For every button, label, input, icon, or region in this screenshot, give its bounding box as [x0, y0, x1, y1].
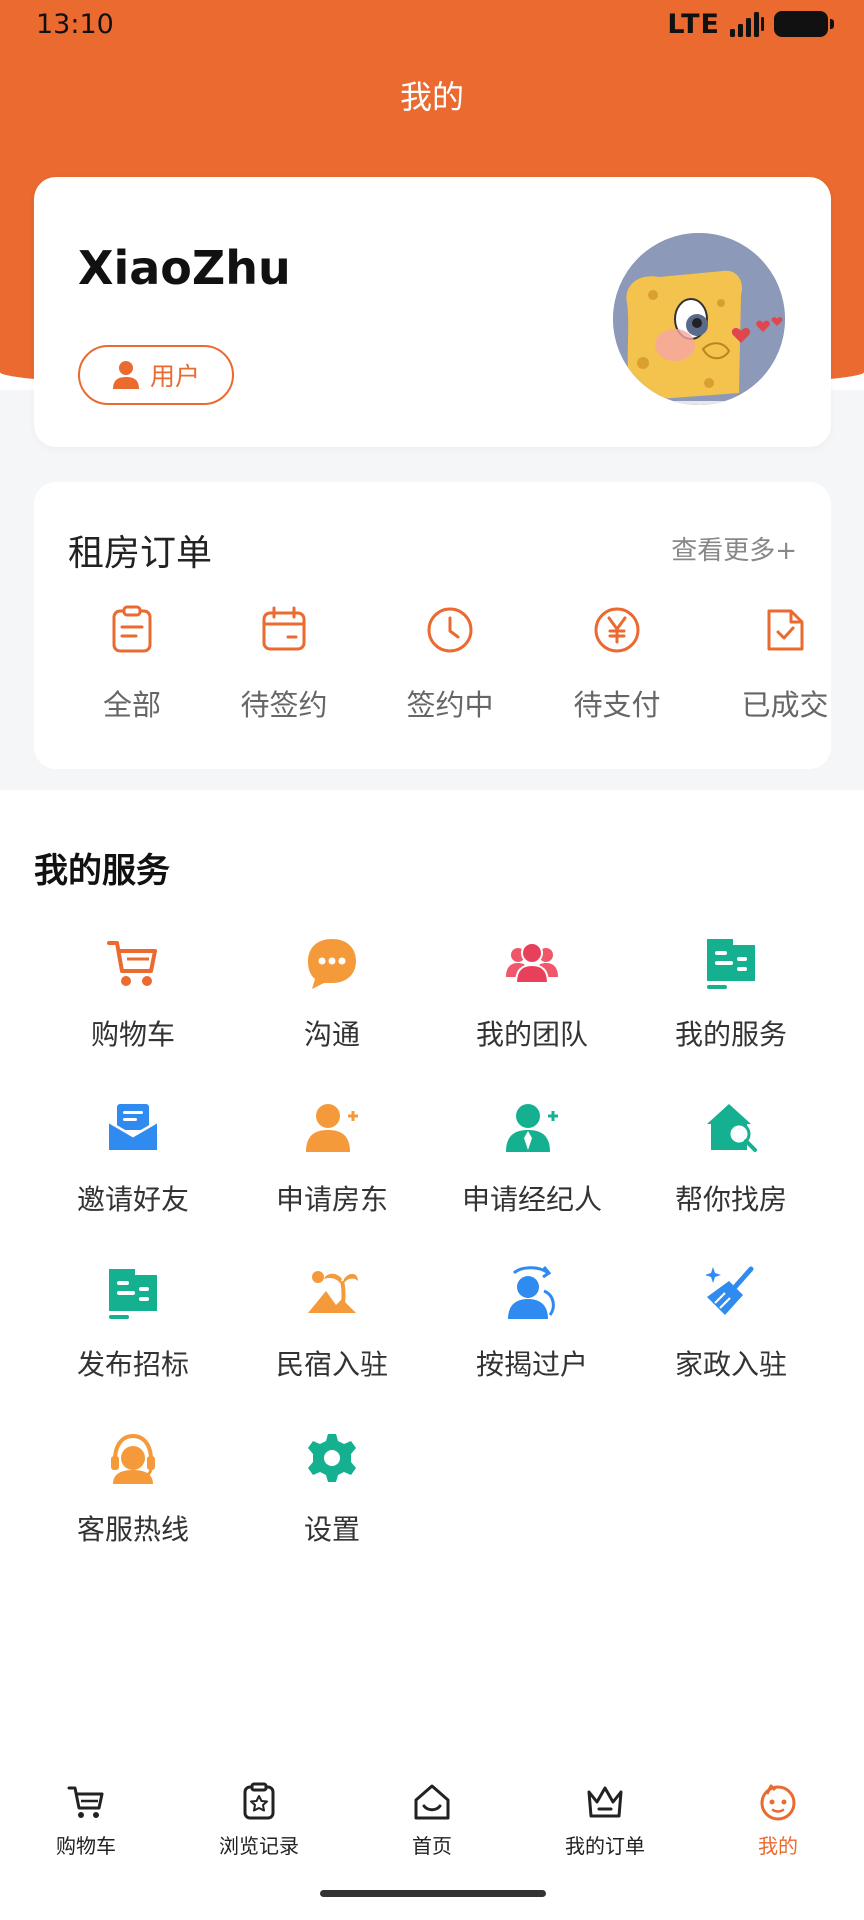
service-hotline[interactable]: 客服热线	[33, 1430, 233, 1548]
profile-icon	[760, 1784, 796, 1821]
service-label: 客服热线	[76, 1513, 189, 1546]
chat-icon	[308, 939, 356, 989]
battery-icon	[774, 11, 834, 37]
profile-card[interactable]: XiaoZhu 用户	[34, 177, 831, 447]
rental-orders-card: 租房订单 查看更多+ 全部 待签约 签约中 待支付 已成交	[34, 482, 831, 769]
yen-icon	[594, 607, 640, 653]
service-label: 申请经纪人	[461, 1183, 602, 1216]
order-filter-pending-sign[interactable]: 待签约	[214, 604, 354, 724]
service-homestay[interactable]: 民宿入驻	[232, 1265, 432, 1383]
network-label: LTE	[667, 8, 720, 40]
tab-cart[interactable]: 购物车	[16, 1782, 156, 1859]
tab-my-orders[interactable]: 我的订单	[535, 1782, 675, 1859]
headset-icon	[111, 1433, 155, 1484]
tab-label: 浏览记录	[219, 1834, 299, 1858]
calendar-icon	[262, 606, 306, 651]
tab-label: 购物车	[56, 1834, 116, 1858]
tab-label: 我的订单	[565, 1834, 645, 1858]
service-label: 购物车	[90, 1018, 175, 1051]
publish-icon	[109, 1269, 157, 1319]
order-icon	[587, 1786, 623, 1818]
service-invite[interactable]: 邀请好友	[33, 1100, 233, 1218]
service-settings[interactable]: 设置	[232, 1430, 432, 1548]
avatar-image	[613, 233, 785, 405]
service-label: 帮你找房	[674, 1183, 787, 1216]
mail-icon	[108, 1104, 158, 1150]
home-indicator[interactable]	[320, 1890, 546, 1897]
service-apply-landlord[interactable]: 申请房东	[232, 1100, 432, 1218]
transfer-icon	[508, 1266, 555, 1319]
order-filter-label: 待签约	[240, 688, 328, 722]
tab-label: 首页	[412, 1834, 452, 1858]
order-filter-label: 待支付	[573, 688, 661, 722]
role-badge[interactable]: 用户	[78, 345, 234, 405]
order-filter-label: 全部	[102, 688, 161, 722]
service-label: 我的服务	[674, 1018, 787, 1051]
broom-icon	[705, 1266, 754, 1315]
role-label: 用户	[149, 362, 200, 391]
cart-icon	[67, 1786, 104, 1818]
service-label: 家政入驻	[674, 1348, 787, 1381]
service-cart[interactable]: 购物车	[33, 935, 233, 1053]
tab-label: 我的	[758, 1834, 798, 1858]
service-chat[interactable]: 沟通	[232, 935, 432, 1053]
house-search-icon	[707, 1104, 757, 1152]
service-label: 发布招标	[76, 1348, 189, 1381]
view-more-link[interactable]: 查看更多+	[671, 530, 797, 567]
file-check-icon	[767, 609, 804, 651]
status-indicators: LTE	[667, 8, 834, 40]
service-label: 沟通	[303, 1018, 360, 1051]
service-label: 申请房东	[275, 1183, 388, 1216]
service-label: 设置	[303, 1513, 360, 1546]
service-apply-agent[interactable]: 申请经纪人	[432, 1100, 632, 1218]
order-filter-label: 签约中	[406, 688, 494, 722]
service-label: 邀请好友	[76, 1183, 189, 1216]
service-mortgage-transfer[interactable]: 按揭过户	[432, 1265, 632, 1383]
avatar[interactable]	[613, 233, 785, 405]
tab-home[interactable]: 首页	[362, 1782, 502, 1859]
bottom-tab-bar: 购物车 浏览记录 首页 我的订单 我的	[0, 1770, 864, 1920]
clipboard-icon	[112, 605, 152, 653]
order-filter-pending-pay[interactable]: 待支付	[547, 604, 687, 724]
clock-icon	[427, 607, 473, 653]
service-label: 我的团队	[475, 1018, 588, 1051]
service-team[interactable]: 我的团队	[432, 935, 632, 1053]
cart-icon	[107, 941, 157, 986]
user-icon	[112, 361, 139, 389]
service-housekeeping[interactable]: 家政入驻	[631, 1265, 831, 1383]
username: XiaoZhu	[78, 241, 291, 295]
team-icon	[506, 942, 558, 984]
service-my-services[interactable]: 我的服务	[631, 935, 831, 1053]
status-bar: 13:10 LTE	[0, 0, 864, 48]
service-find-house[interactable]: 帮你找房	[631, 1100, 831, 1218]
service-list-icon	[707, 939, 755, 989]
order-filter-completed[interactable]: 已成交	[715, 604, 855, 724]
island-icon	[308, 1271, 358, 1313]
service-publish-tender[interactable]: 发布招标	[33, 1265, 233, 1383]
tab-history[interactable]: 浏览记录	[189, 1782, 329, 1859]
rental-orders-title: 租房订单	[68, 533, 213, 574]
order-filter-label: 已成交	[741, 688, 829, 722]
history-icon	[243, 1782, 275, 1820]
status-time: 13:10	[36, 8, 114, 40]
user-add-icon	[306, 1104, 358, 1152]
tab-profile[interactable]: 我的	[708, 1782, 848, 1859]
home-icon	[414, 1784, 450, 1820]
services-title: 我的服务	[34, 851, 170, 891]
service-label: 按揭过户	[475, 1348, 588, 1381]
order-filter-all[interactable]: 全部	[62, 604, 202, 724]
order-filter-signing[interactable]: 签约中	[380, 604, 520, 724]
gear-icon	[308, 1434, 356, 1482]
agent-add-icon	[506, 1104, 558, 1152]
service-label: 民宿入驻	[275, 1348, 388, 1381]
page-title: 我的	[399, 78, 464, 116]
signal-icon	[730, 12, 764, 37]
